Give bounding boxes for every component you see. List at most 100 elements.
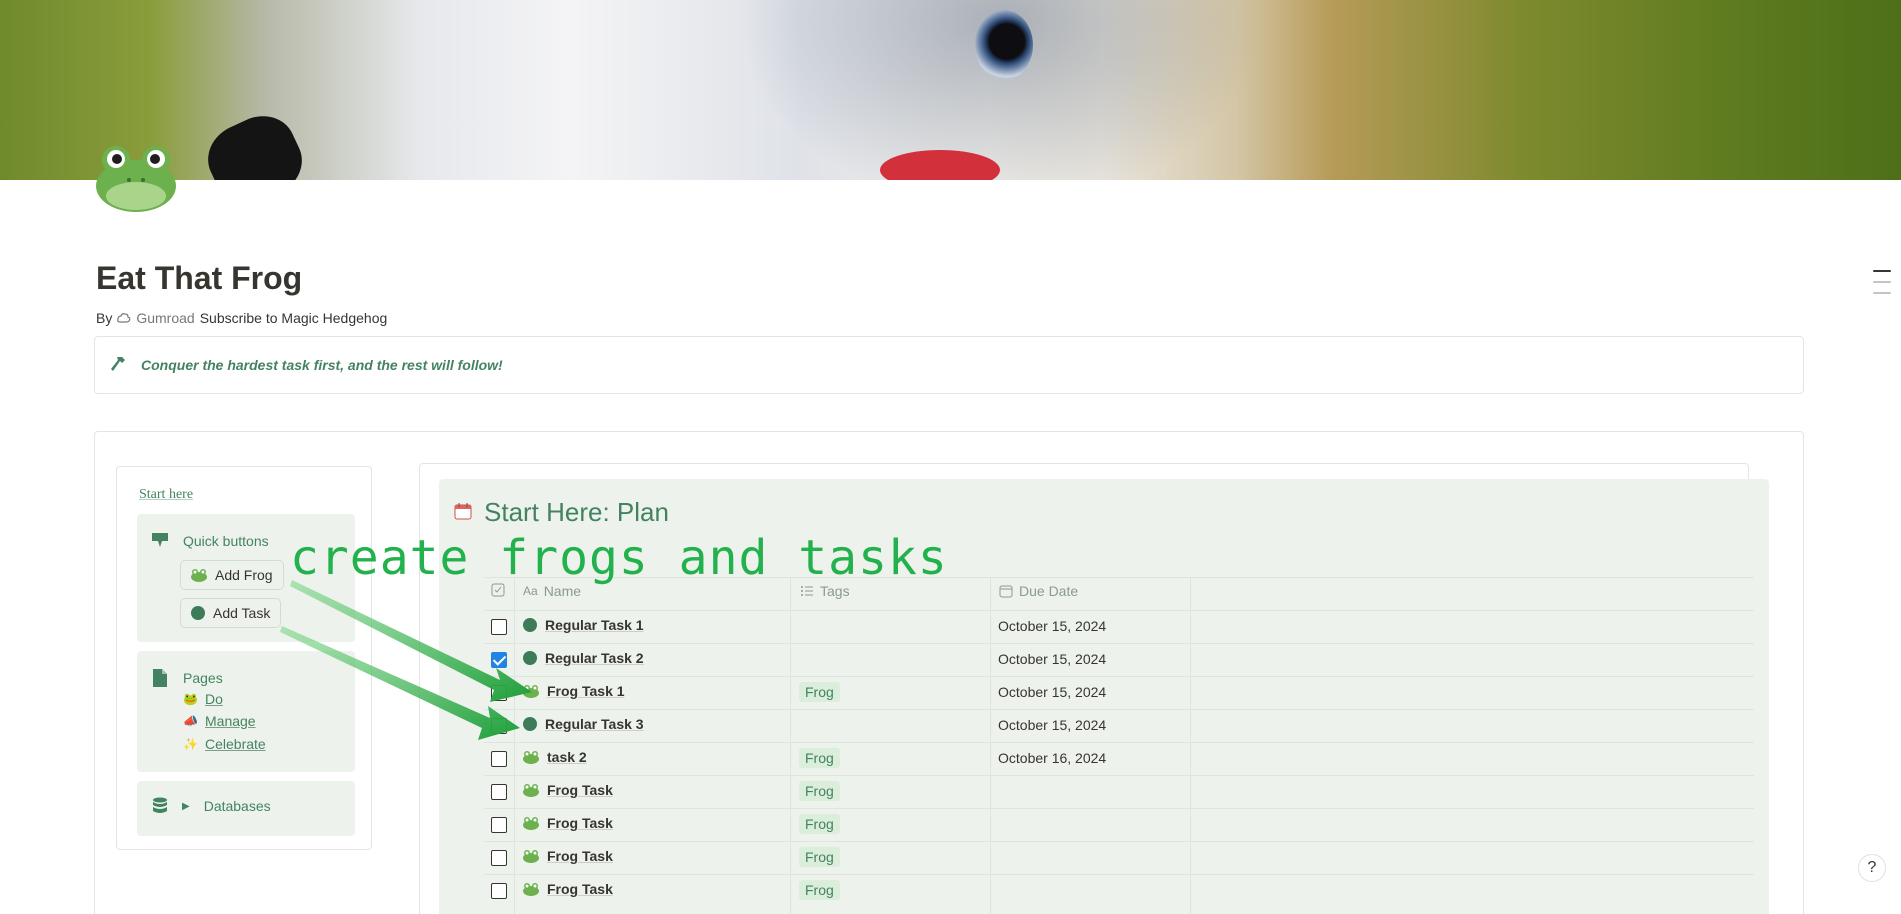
byline-subscribe-link[interactable]: Subscribe to Magic Hedgehog (200, 310, 388, 326)
database-icon (153, 797, 167, 813)
circle-icon (523, 717, 537, 731)
frog-icon (523, 883, 539, 896)
row-due-date[interactable]: October 15, 2024 (998, 717, 1106, 733)
table-of-contents-indicator[interactable] (1873, 270, 1891, 303)
page-link-do[interactable]: 🐸 Do (183, 691, 223, 707)
row-checkbox[interactable] (491, 685, 507, 701)
row-name[interactable]: Regular Task 1 (523, 617, 644, 633)
megaphone-link-icon: 📣 (183, 714, 198, 728)
table-row[interactable] (484, 742, 1754, 775)
list-icon (801, 586, 813, 596)
add-task-label: Add Task (213, 605, 271, 621)
page-byline: By Gumroad Subscribe to Magic Hedgehog (96, 310, 387, 326)
row-tag[interactable]: Frog (799, 781, 840, 801)
table-row[interactable] (484, 775, 1754, 808)
page-title[interactable]: Eat That Frog (96, 260, 302, 297)
circle-icon (191, 606, 205, 620)
byline-source[interactable]: Gumroad (136, 310, 194, 326)
row-checkbox[interactable] (491, 817, 507, 833)
frog-icon (523, 850, 539, 863)
callout-block: Conquer the hardest task first, and the … (94, 336, 1804, 394)
row-checkbox[interactable] (491, 784, 507, 800)
page-link-celebrate-label: Celebrate (205, 736, 266, 752)
frog-icon (523, 751, 539, 764)
row-name-label: Frog Task (547, 815, 613, 831)
table-row[interactable] (484, 808, 1754, 841)
row-tag[interactable]: Frog (799, 880, 840, 900)
help-button[interactable]: ? (1858, 854, 1886, 882)
calendar-property-icon (999, 585, 1013, 598)
table-row[interactable] (484, 874, 1754, 907)
row-checkbox[interactable] (491, 619, 507, 635)
databases-toggle[interactable]: ▶ Databases (152, 797, 271, 815)
table-row[interactable] (484, 676, 1754, 709)
table-row[interactable] (484, 709, 1754, 742)
page-link-celebrate[interactable]: ✨ Celebrate (183, 736, 266, 752)
due-column-header[interactable]: Due Date (999, 583, 1078, 599)
cloud-icon (117, 313, 131, 323)
add-frog-button[interactable]: Add Frog (180, 560, 284, 590)
callout-text: Conquer the hardest task first, and the … (141, 357, 503, 373)
hammer-icon (111, 357, 125, 371)
row-checkbox[interactable] (491, 751, 507, 767)
row-name[interactable]: task 2 (523, 749, 587, 765)
frog-page-icon[interactable] (96, 140, 176, 212)
frog-icon (523, 784, 539, 797)
row-name-label: task 2 (547, 749, 587, 765)
table-row[interactable] (484, 643, 1754, 676)
frog-icon (191, 569, 207, 582)
annotation-text: create frogs and tasks (290, 530, 948, 586)
row-due-date[interactable]: October 15, 2024 (998, 651, 1106, 667)
row-name-label: Frog Task (547, 881, 613, 897)
row-name[interactable]: Frog Task 1 (523, 683, 625, 699)
page-cover-image[interactable] (0, 0, 1901, 180)
row-checkbox[interactable] (491, 718, 507, 734)
help-icon: ? (1867, 859, 1877, 876)
row-tag[interactable]: Frog (799, 847, 840, 867)
frog-icon (523, 817, 539, 830)
page-link-manage-label: Manage (205, 713, 256, 729)
row-tag[interactable]: Frog (799, 748, 840, 768)
row-checkbox[interactable] (491, 883, 507, 899)
row-name[interactable]: Frog Task (523, 815, 613, 831)
row-name-label: Frog Task 1 (547, 683, 625, 699)
row-name-label: Frog Task (547, 782, 613, 798)
sparkle-link-icon: ✨ (183, 737, 198, 751)
row-name-label: Regular Task 2 (545, 650, 644, 666)
row-name-label: Regular Task 1 (545, 617, 644, 633)
text-property-icon: Aa (523, 584, 538, 598)
circle-icon (523, 651, 537, 665)
row-due-date[interactable]: October 15, 2024 (998, 618, 1106, 634)
table-row[interactable] (484, 610, 1754, 643)
row-name-label: Frog Task (547, 848, 613, 864)
start-here-link[interactable]: Start here (139, 487, 193, 503)
row-due-date[interactable]: October 15, 2024 (998, 684, 1106, 700)
quick-buttons-label: Quick buttons (183, 533, 269, 549)
byline-by: By (96, 310, 113, 326)
table-row[interactable] (484, 841, 1754, 874)
row-tag[interactable]: Frog (799, 814, 840, 834)
row-name[interactable]: Frog Task (523, 848, 613, 864)
add-task-button[interactable]: Add Task (180, 598, 282, 628)
row-name[interactable]: Regular Task 3 (523, 716, 644, 732)
due-column-label: Due Date (1019, 583, 1079, 599)
pages-block (137, 651, 355, 772)
frog-icon (523, 685, 539, 698)
circle-icon (523, 618, 537, 632)
caret-right-icon[interactable]: ▶ (182, 801, 190, 812)
row-tag[interactable]: Frog (799, 682, 840, 702)
database-title[interactable]: Start Here: Plan (484, 497, 669, 528)
row-checkbox[interactable] (491, 850, 507, 866)
row-name[interactable]: Frog Task (523, 881, 613, 897)
row-due-date[interactable]: October 16, 2024 (998, 750, 1106, 766)
cursor-click-icon (152, 533, 168, 547)
databases-label: Databases (203, 798, 271, 814)
frog-link-icon: 🐸 (183, 692, 198, 706)
cover-bird-eye (975, 10, 1033, 80)
row-checkbox[interactable] (491, 652, 507, 668)
page-link-manage[interactable]: 📣 Manage (183, 713, 256, 729)
row-name[interactable]: Regular Task 2 (523, 650, 644, 666)
row-name-label: Regular Task 3 (545, 716, 644, 732)
row-name[interactable]: Frog Task (523, 782, 613, 798)
page-link-do-label: Do (205, 691, 223, 707)
